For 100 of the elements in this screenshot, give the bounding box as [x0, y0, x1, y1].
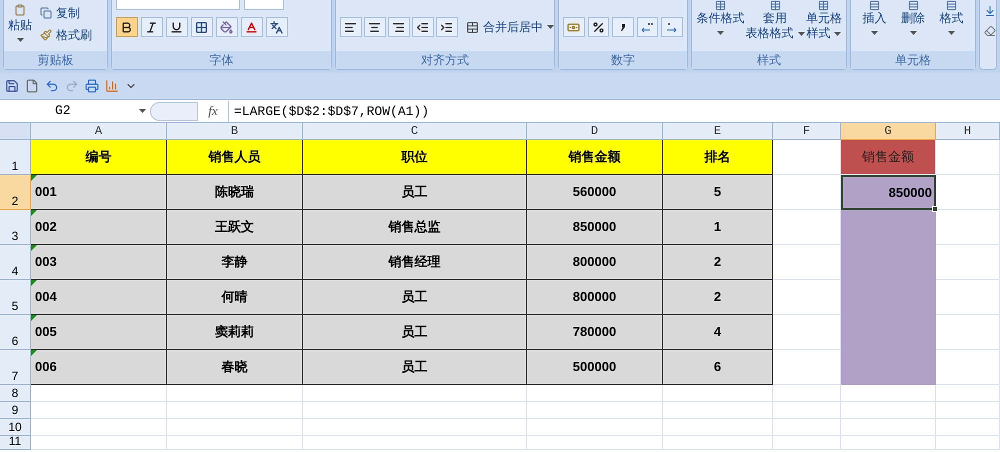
row-header[interactable]: 8	[0, 385, 31, 402]
column-header[interactable]: D	[527, 123, 663, 140]
insert-function-button[interactable]: fx	[198, 101, 228, 121]
ribbon-button[interactable]: 单元格 样式	[806, 0, 842, 41]
save-icon[interactable]	[5, 79, 19, 93]
align-center-button[interactable]	[364, 17, 386, 37]
copy-button[interactable]: 复制	[40, 4, 92, 22]
column-header[interactable]: C	[303, 123, 527, 140]
row-header[interactable]: 9	[0, 402, 31, 419]
new-file-icon[interactable]	[25, 79, 39, 93]
fill-handle[interactable]	[932, 206, 938, 212]
column-header[interactable]: E	[663, 123, 773, 140]
bold-icon	[120, 20, 134, 34]
table-icon	[818, 0, 830, 11]
indent-icon	[440, 20, 454, 34]
italic-icon	[145, 20, 158, 34]
caret-icon	[546, 25, 554, 29]
table-cell: 2	[663, 245, 773, 280]
group-label: 字体	[209, 52, 234, 69]
align-left-button[interactable]	[340, 17, 362, 37]
comma-icon	[620, 24, 625, 30]
table-cell	[936, 419, 1000, 436]
table-cell: 窦莉莉	[167, 315, 303, 350]
row-header[interactable]: 2	[0, 175, 31, 210]
row-header[interactable]: 4	[0, 245, 31, 280]
format-painter-button[interactable]: 格式刷	[40, 26, 92, 44]
paste-button[interactable]: 粘贴	[8, 4, 32, 44]
table-cell	[773, 385, 841, 402]
decimal-arrow-icon	[640, 21, 654, 33]
underline-button[interactable]	[166, 17, 188, 37]
paint-bucket-icon	[220, 20, 234, 34]
table-cell: 500000	[527, 350, 663, 385]
column-header[interactable]: H	[936, 123, 1000, 140]
borders-button[interactable]	[190, 17, 213, 37]
align-right-icon	[392, 20, 406, 34]
column-header[interactable]: G	[841, 123, 936, 140]
decrease-decimal-button[interactable]	[661, 17, 683, 37]
font-color-button[interactable]	[240, 17, 263, 37]
row-header[interactable]: 3	[0, 210, 31, 245]
ribbon-button[interactable]: 条件格式	[696, 0, 744, 41]
comma-style-button[interactable]	[612, 17, 634, 37]
fill-down-icon[interactable]	[984, 5, 996, 17]
table-cell: 780000	[527, 315, 663, 350]
column-header[interactable]: A	[31, 123, 167, 140]
increase-indent-button[interactable]	[436, 17, 458, 37]
table-cell: 5	[663, 175, 773, 210]
table-cell	[773, 419, 841, 436]
table-cell: 6	[663, 350, 773, 385]
column-header[interactable]: B	[167, 123, 303, 140]
table-cell: 员工	[303, 175, 527, 210]
align-right-button[interactable]	[388, 17, 410, 37]
align-left-icon	[344, 20, 358, 34]
rows-icon	[869, 0, 880, 11]
clipboard-icon	[14, 4, 26, 16]
caret-icon	[798, 32, 805, 36]
printer-icon[interactable]	[85, 79, 99, 93]
column-title-cell: 编号	[31, 140, 167, 175]
paintbrush-icon	[40, 29, 52, 41]
table-cell: 850000	[841, 175, 936, 210]
ribbon-button[interactable]: 插入	[862, 0, 887, 35]
formula-field[interactable]: =LARGE($D$2:$D$7,ROW(A1))	[228, 100, 1000, 122]
eraser-icon[interactable]	[984, 25, 996, 37]
row-header[interactable]: 11	[0, 436, 31, 450]
increase-decimal-button[interactable]	[636, 17, 658, 37]
table-cell: 800000	[527, 280, 663, 315]
font-size-field[interactable]	[244, 0, 284, 10]
merge-center-button[interactable]: 合并后居中	[466, 17, 554, 37]
ribbon-button[interactable]: 格式	[940, 0, 964, 35]
ribbon-button[interactable]: 删除	[901, 0, 926, 35]
caret-icon	[834, 32, 842, 36]
italic-button[interactable]	[140, 17, 163, 37]
percent-button[interactable]	[588, 17, 610, 37]
table-cell: 王跃文	[167, 210, 303, 245]
table-cell: 1	[663, 210, 773, 245]
row-header[interactable]: 5	[0, 280, 31, 315]
ribbon-button[interactable]: 套用 表格格式	[746, 0, 805, 41]
font-name-field[interactable]	[116, 0, 240, 10]
banknote-icon	[567, 20, 580, 34]
column-title-cell: 销售金额	[841, 140, 936, 175]
phonetic-button[interactable]	[266, 17, 288, 37]
row-header[interactable]: 1	[0, 140, 31, 175]
row-header[interactable]: 7	[0, 350, 31, 385]
undo-icon[interactable]	[45, 79, 59, 93]
row-header[interactable]: 6	[0, 315, 31, 350]
name-box[interactable]: G2	[0, 100, 150, 122]
caret-icon	[16, 38, 24, 42]
column-header[interactable]: F	[773, 123, 841, 140]
rows-icon	[908, 0, 919, 11]
caret-icon	[910, 31, 917, 35]
table-cell: 560000	[527, 175, 663, 210]
caret-icon	[948, 31, 956, 35]
fill-color-button[interactable]	[216, 17, 238, 37]
grid-icon	[195, 20, 208, 34]
row-header[interactable]: 10	[0, 419, 31, 436]
merge-cells-icon	[466, 20, 479, 34]
rows-icon	[946, 0, 958, 11]
table-cell: 003	[31, 245, 167, 280]
bold-button[interactable]	[116, 17, 138, 37]
table-cell: 员工	[303, 315, 527, 350]
decrease-indent-button[interactable]	[412, 17, 434, 37]
